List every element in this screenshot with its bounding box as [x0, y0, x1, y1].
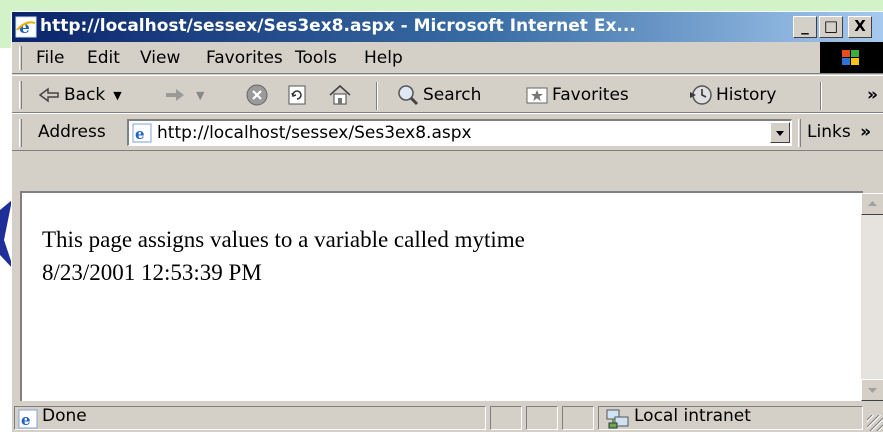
page-icon: e: [132, 123, 152, 143]
page-content: This page assigns values to a variable c…: [20, 191, 863, 401]
toolbar-grip[interactable]: [19, 81, 22, 109]
menu-tools[interactable]: Tools: [295, 48, 337, 68]
chevron-down-icon: [776, 131, 784, 136]
address-input[interactable]: e http://localhost/sessex/Ses3ex8.aspx: [127, 119, 792, 146]
links-label: Links: [807, 122, 851, 142]
address-label: Address: [38, 122, 106, 142]
favorites-label: Favorites: [552, 85, 629, 105]
history-icon: [690, 85, 712, 105]
back-button[interactable]: Back ▼: [36, 82, 122, 108]
address-grip[interactable]: [19, 119, 22, 147]
back-dropdown-icon[interactable]: ▼: [113, 89, 121, 102]
toolbar-separator: [376, 82, 378, 110]
menu-grip[interactable]: [19, 46, 22, 70]
search-icon: [398, 85, 419, 106]
stop-icon: [246, 84, 268, 106]
history-button[interactable]: History: [688, 82, 776, 108]
refresh-icon: [288, 85, 306, 105]
address-bar: Address e http://localhost/sessex/Ses3ex…: [12, 113, 883, 151]
status-bar: e Done Local intranet: [12, 401, 883, 432]
favorites-button[interactable]: Favorites: [524, 82, 629, 108]
favorites-icon: [526, 87, 548, 104]
history-label: History: [716, 85, 777, 105]
back-label: Back: [64, 85, 106, 105]
scroll-up-button[interactable]: [861, 193, 883, 215]
menu-file[interactable]: File: [36, 48, 64, 68]
status-panel: [490, 406, 522, 430]
stop-button[interactable]: [244, 82, 272, 108]
resize-grip[interactable]: [867, 415, 883, 431]
page-text-line-2: 8/23/2001 12:53:39 PM: [42, 260, 262, 285]
links-grip[interactable]: [798, 119, 801, 147]
browser-window: e http://localhost/sessex/Ses3ex8.aspx -…: [11, 11, 883, 432]
minimize-button[interactable]: _: [793, 16, 817, 38]
window-title: http://localhost/sessex/Ses3ex8.aspx - M…: [40, 16, 636, 36]
search-label: Search: [423, 85, 482, 105]
refresh-button[interactable]: [284, 82, 312, 108]
title-bar[interactable]: e http://localhost/sessex/Ses3ex8.aspx -…: [12, 12, 883, 42]
search-button[interactable]: Search: [395, 82, 481, 108]
local-intranet-icon: [606, 409, 629, 429]
chevron-up-icon: [868, 201, 877, 206]
menu-bar: File Edit View Favorites Tools Help: [12, 42, 883, 74]
svg-text:e: e: [135, 125, 145, 143]
links-chevron-icon: »: [860, 122, 872, 142]
address-url: http://localhost/sessex/Ses3ex8.aspx: [157, 123, 472, 143]
menu-help[interactable]: Help: [364, 48, 403, 68]
vertical-scrollbar[interactable]: [861, 193, 883, 401]
links-button[interactable]: Links »: [807, 122, 871, 142]
status-text: Done: [42, 406, 87, 426]
toolbar-chevron-button[interactable]: »: [867, 82, 878, 108]
home-button[interactable]: [327, 82, 355, 108]
close-button[interactable]: X: [848, 16, 872, 38]
standard-toolbar: Back ▼ ▼ Search Favorites History »: [12, 75, 883, 113]
back-arrow-icon: [38, 87, 59, 103]
toolbar-separator: [820, 82, 822, 110]
svg-text:e: e: [19, 18, 30, 38]
status-panel: [562, 406, 594, 430]
forward-dropdown-icon[interactable]: ▼: [196, 89, 204, 102]
forward-button[interactable]: ▼: [162, 82, 204, 108]
menu-edit[interactable]: Edit: [87, 48, 120, 68]
windows-logo-icon: [820, 42, 883, 73]
menu-favorites[interactable]: Favorites: [206, 48, 283, 68]
maximize-button[interactable]: □: [819, 16, 843, 38]
forward-arrow-icon: [166, 89, 184, 101]
page-icon: e: [18, 409, 38, 429]
security-zone-label: Local intranet: [634, 406, 751, 426]
status-panel: [526, 406, 558, 430]
scroll-down-button[interactable]: [861, 379, 883, 401]
home-icon: [329, 84, 351, 105]
svg-text:e: e: [21, 411, 31, 429]
ie-icon: e: [15, 16, 37, 38]
menu-view[interactable]: View: [140, 48, 180, 68]
page-text-line-1: This page assigns values to a variable c…: [42, 227, 525, 252]
address-dropdown-button[interactable]: [770, 122, 790, 143]
chevron-down-icon: [868, 388, 877, 393]
